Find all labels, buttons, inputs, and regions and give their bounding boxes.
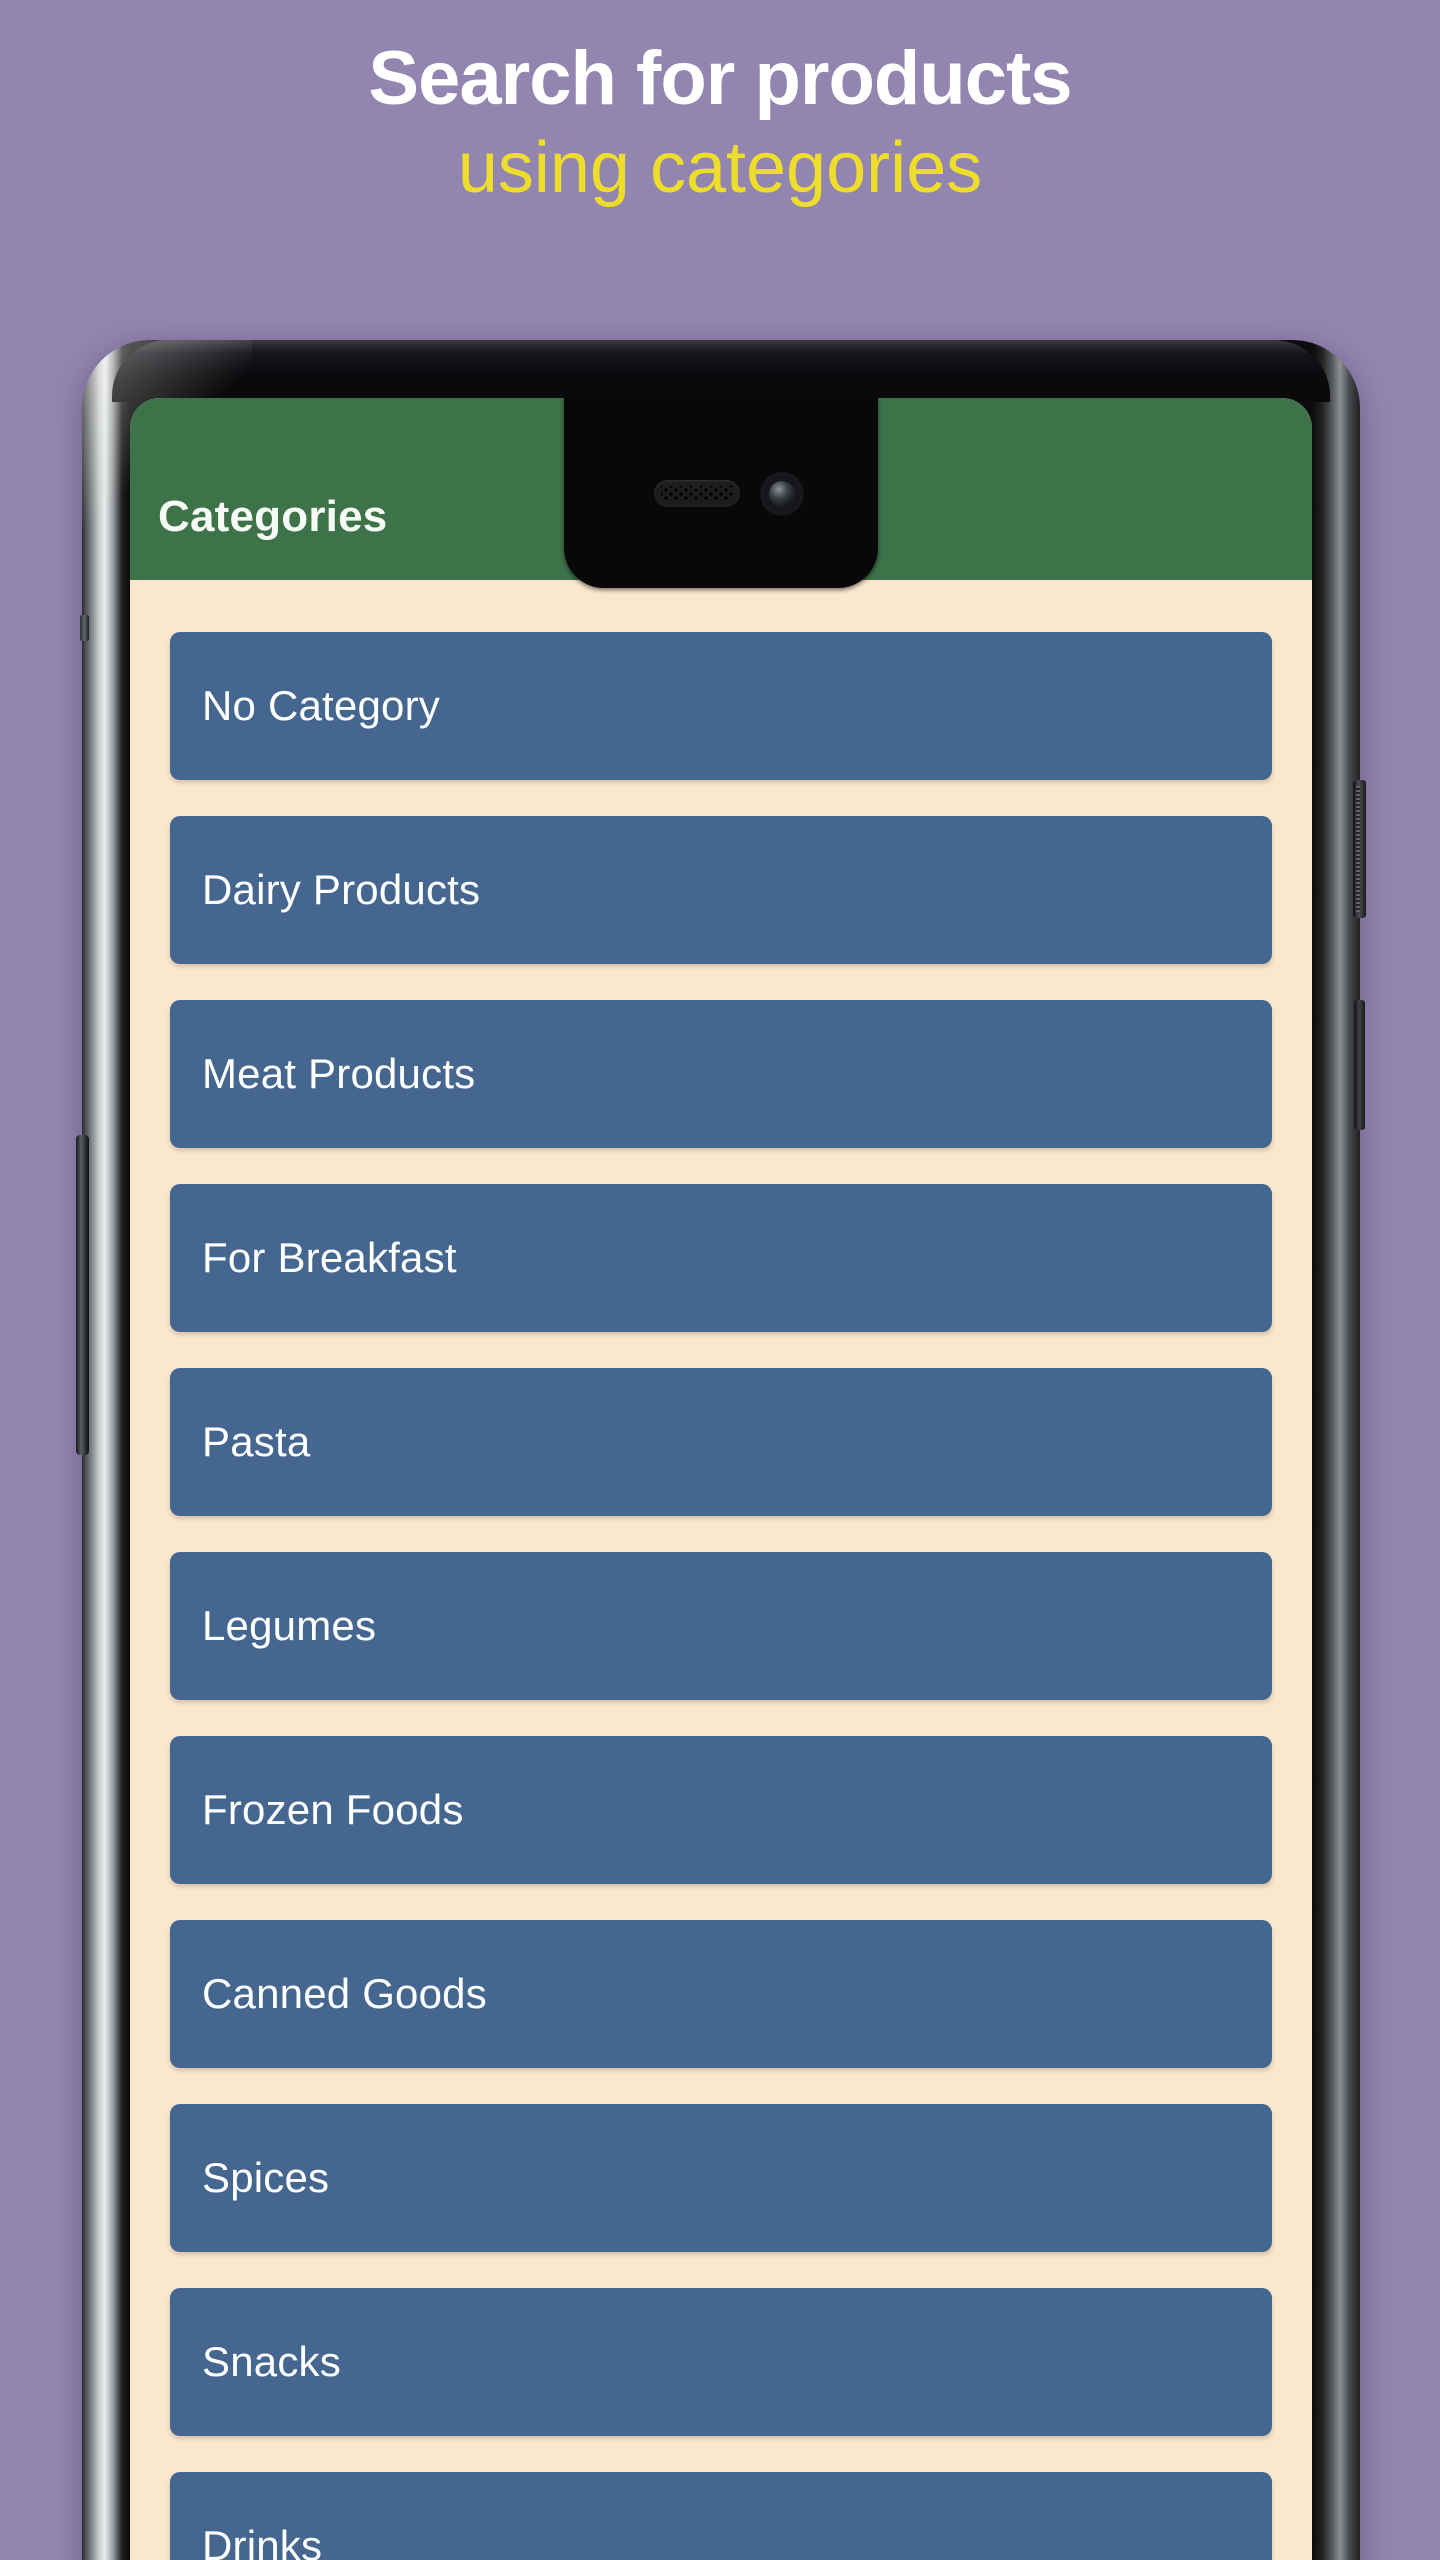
list-item[interactable]: Spices: [170, 2104, 1272, 2252]
category-list: No Category Dairy Products Meat Products…: [130, 580, 1312, 2560]
list-item[interactable]: Canned Goods: [170, 1920, 1272, 2068]
promo-subtitle: using categories: [457, 128, 983, 209]
phone-screen: Categories No Category Dairy Products Me…: [130, 398, 1312, 2560]
list-item-label: Snacks: [202, 2338, 341, 2385]
list-item[interactable]: Meat Products: [170, 1000, 1272, 1148]
list-item-label: Frozen Foods: [202, 1786, 464, 1833]
list-item-label: For Breakfast: [202, 1234, 457, 1281]
promo-header: Search for products using categories: [0, 0, 1440, 211]
list-item-label: Pasta: [202, 1418, 311, 1465]
speaker-grille-icon: [654, 480, 740, 507]
list-item[interactable]: Legumes: [170, 1552, 1272, 1700]
list-item[interactable]: Dairy Products: [170, 816, 1272, 964]
list-item-label: No Category: [202, 682, 440, 729]
phone-mockup: Categories No Category Dairy Products Me…: [76, 340, 1366, 2560]
volume-rocker-left[interactable]: [76, 1135, 89, 1455]
list-item-label: Drinks: [202, 2522, 323, 2560]
list-item-label: Canned Goods: [202, 1970, 487, 2017]
list-item-label: Spices: [202, 2154, 330, 2201]
device-notch: [564, 398, 878, 588]
list-item-label: Legumes: [202, 1602, 377, 1649]
app-bar-title: Categories: [158, 492, 388, 541]
list-item[interactable]: Snacks: [170, 2288, 1272, 2436]
mute-switch-left[interactable]: [80, 615, 89, 641]
list-item-label: Meat Products: [202, 1050, 476, 1097]
phone-top-bezel: [112, 340, 1330, 402]
list-item[interactable]: No Category: [170, 632, 1272, 780]
promo-title: Search for products: [368, 36, 1072, 121]
list-item[interactable]: For Breakfast: [170, 1184, 1272, 1332]
list-item-label: Dairy Products: [202, 866, 481, 913]
volume-button-right[interactable]: [1354, 1000, 1365, 1130]
list-item[interactable]: Drinks: [170, 2472, 1272, 2560]
front-camera-icon: [760, 472, 804, 516]
list-item[interactable]: Pasta: [170, 1368, 1272, 1516]
power-button[interactable]: [1353, 780, 1366, 918]
list-item[interactable]: Frozen Foods: [170, 1736, 1272, 1884]
